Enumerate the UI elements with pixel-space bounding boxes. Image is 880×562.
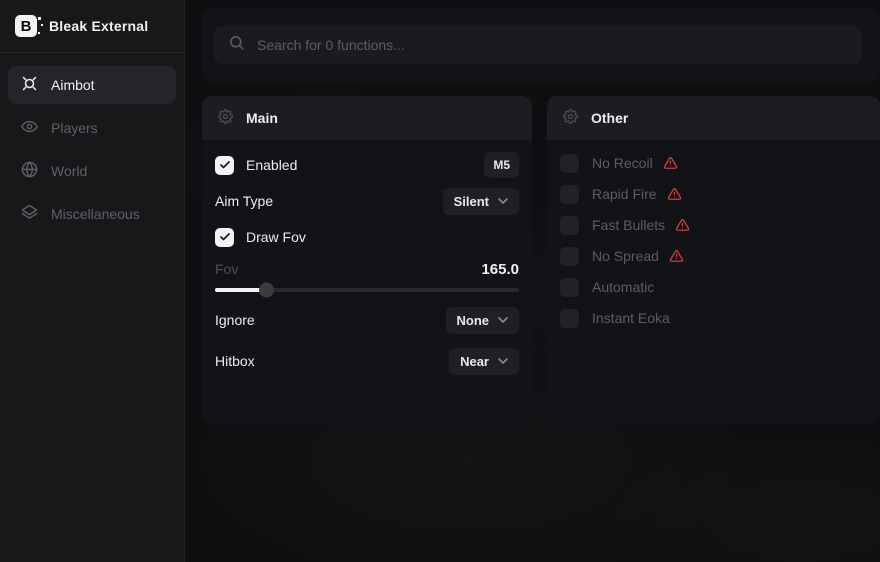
sidebar: B Bleak External Aimbot xyxy=(0,0,185,562)
sidebar-item-label: Players xyxy=(51,120,98,136)
main-panel: Main Enabled M5 Aim Type Silent xyxy=(202,96,532,424)
warning-icon xyxy=(669,249,684,263)
warning-icon xyxy=(675,218,690,232)
enabled-keybind-button[interactable]: M5 xyxy=(484,152,519,178)
rapid-fire-label: Rapid Fire xyxy=(592,186,657,202)
hitbox-value: Near xyxy=(460,354,489,369)
brand: B Bleak External xyxy=(0,0,184,53)
logo-pixel xyxy=(38,32,40,34)
other-panel-header: Other xyxy=(547,96,880,140)
no-spread-label: No Spread xyxy=(592,248,659,264)
topbar xyxy=(202,8,880,82)
hitbox-row: Hitbox Near xyxy=(215,348,519,374)
check-icon xyxy=(219,159,231,171)
main-panel-header: Main xyxy=(202,96,532,140)
fov-slider-fill xyxy=(215,288,267,292)
fov-slider-thumb[interactable] xyxy=(259,283,274,298)
enabled-label: Enabled xyxy=(246,157,297,173)
gear-icon xyxy=(218,109,233,127)
hitbox-dropdown[interactable]: Near xyxy=(449,348,519,375)
gear-icon xyxy=(563,109,578,127)
draw-fov-label: Draw Fov xyxy=(246,229,306,245)
enabled-checkbox[interactable] xyxy=(215,156,234,175)
other-panel-body: No Recoil Rapid Fire Fast Bullets xyxy=(547,140,880,350)
chevron-down-icon xyxy=(498,317,508,323)
warning-icon xyxy=(663,156,678,170)
fast-bullets-checkbox[interactable] xyxy=(560,216,579,235)
chevron-down-icon xyxy=(498,198,508,204)
app-logo-icon: B xyxy=(15,15,37,37)
logo-pixel xyxy=(38,17,41,20)
no-recoil-checkbox[interactable] xyxy=(560,154,579,173)
sidebar-item-miscellaneous[interactable]: Miscellaneous xyxy=(8,195,176,233)
ignore-value: None xyxy=(457,313,490,328)
ignore-label: Ignore xyxy=(215,312,255,328)
no-spread-row: No Spread xyxy=(560,245,867,267)
sidebar-item-label: Miscellaneous xyxy=(51,206,140,222)
no-recoil-label: No Recoil xyxy=(592,155,653,171)
logo-letter: B xyxy=(21,18,32,35)
aim-type-dropdown[interactable]: Silent xyxy=(443,188,519,215)
other-panel-title: Other xyxy=(591,110,628,126)
aim-type-label: Aim Type xyxy=(215,193,273,209)
sidebar-item-players[interactable]: Players xyxy=(8,109,176,147)
search-icon xyxy=(228,34,245,56)
aim-type-value: Silent xyxy=(454,194,489,209)
enabled-row: Enabled M5 xyxy=(215,152,519,178)
instant-eoka-checkbox[interactable] xyxy=(560,309,579,328)
sidebar-item-world[interactable]: World xyxy=(8,152,176,190)
main-panel-body: Enabled M5 Aim Type Silent Draw Fov F xyxy=(202,140,532,396)
layers-icon xyxy=(21,204,38,224)
search-box[interactable] xyxy=(214,26,862,64)
automatic-label: Automatic xyxy=(592,279,654,295)
fast-bullets-row: Fast Bullets xyxy=(560,214,867,236)
rapid-fire-checkbox[interactable] xyxy=(560,185,579,204)
main-panel-title: Main xyxy=(246,110,278,126)
fov-value: 165.0 xyxy=(481,261,519,278)
draw-fov-row: Draw Fov xyxy=(215,224,519,250)
logo-pixel xyxy=(41,24,43,26)
hitbox-label: Hitbox xyxy=(215,353,255,369)
crosshair-focus-icon xyxy=(21,75,38,95)
automatic-row: Automatic xyxy=(560,276,867,298)
other-panel: Other No Recoil Rapid Fire xyxy=(547,96,880,424)
search-input[interactable] xyxy=(257,37,848,53)
sidebar-nav: Aimbot Players World xyxy=(0,53,184,246)
instant-eoka-label: Instant Eoka xyxy=(592,310,670,326)
check-icon xyxy=(219,231,231,243)
aim-type-row: Aim Type Silent xyxy=(215,188,519,214)
globe-icon xyxy=(21,161,38,181)
draw-fov-checkbox[interactable] xyxy=(215,228,234,247)
app-window: B Bleak External Aimbot xyxy=(0,0,880,562)
sidebar-item-label: World xyxy=(51,163,87,179)
chevron-down-icon xyxy=(498,358,508,364)
fast-bullets-label: Fast Bullets xyxy=(592,217,665,233)
warning-icon xyxy=(667,187,682,201)
fov-slider[interactable] xyxy=(215,288,519,292)
ignore-dropdown[interactable]: None xyxy=(446,307,520,334)
rapid-fire-row: Rapid Fire xyxy=(560,183,867,205)
instant-eoka-row: Instant Eoka xyxy=(560,307,867,329)
app-title: Bleak External xyxy=(49,18,148,34)
no-spread-checkbox[interactable] xyxy=(560,247,579,266)
fov-row: Fov 165.0 xyxy=(215,260,519,278)
sidebar-item-label: Aimbot xyxy=(51,77,95,93)
fov-label: Fov xyxy=(215,261,238,277)
eye-icon xyxy=(21,118,38,138)
sidebar-item-aimbot[interactable]: Aimbot xyxy=(8,66,176,104)
ignore-row: Ignore None xyxy=(215,307,519,333)
no-recoil-row: No Recoil xyxy=(560,152,867,174)
automatic-checkbox[interactable] xyxy=(560,278,579,297)
